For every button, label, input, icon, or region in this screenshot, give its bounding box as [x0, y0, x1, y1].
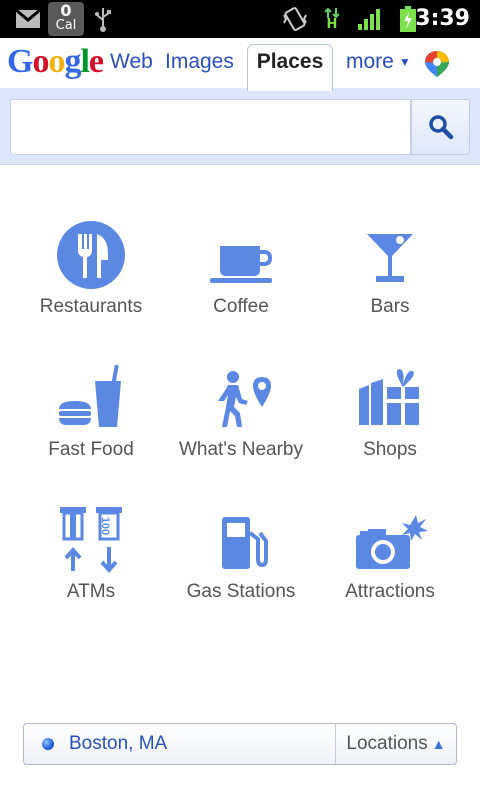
fast-food-icon — [59, 364, 121, 427]
calendar-count: 0 — [60, 1, 72, 20]
category-gas-stations[interactable]: Gas Stations — [161, 505, 321, 615]
category-bars[interactable]: Bars — [310, 220, 470, 330]
category-restaurants[interactable]: Restaurants — [11, 220, 171, 330]
category-label: Attractions — [345, 581, 435, 602]
search-button[interactable] — [411, 99, 470, 155]
calendar-label: Cal — [55, 18, 77, 33]
category-label: What's Nearby — [178, 439, 303, 460]
category-coffee[interactable]: Coffee — [161, 220, 321, 330]
network-activity-icon: H — [322, 0, 342, 38]
cocktail-icon — [367, 234, 413, 282]
category-whats-nearby[interactable]: What's Nearby — [161, 363, 321, 473]
tab-places-label: Places — [256, 50, 324, 73]
google-maps-icon[interactable] — [423, 50, 451, 78]
atm-icon: 100 — [60, 507, 122, 574]
network-type-label: H — [326, 16, 338, 32]
tab-images[interactable]: Images — [165, 48, 234, 76]
chevron-down-icon: ▼ — [398, 55, 411, 70]
camera-icon — [356, 515, 428, 569]
tab-more[interactable]: more ▼ — [346, 48, 411, 76]
usb-icon — [92, 0, 114, 38]
category-label: Bars — [370, 296, 410, 317]
coffee-icon — [210, 246, 272, 283]
locations-button[interactable]: Locations ▲ — [336, 724, 456, 764]
current-location-link[interactable]: Boston, MA — [69, 724, 167, 764]
category-label: Coffee — [213, 296, 269, 317]
google-logo[interactable]: Google — [7, 44, 104, 80]
category-label: Shops — [363, 439, 417, 460]
calendar-notification: 0 Cal — [48, 2, 84, 36]
tab-more-label: more — [346, 50, 394, 73]
gas-pump-icon — [222, 517, 268, 569]
category-attractions[interactable]: Attractions — [310, 505, 470, 615]
location-dot-icon — [42, 738, 54, 750]
tab-places[interactable]: Places — [247, 44, 333, 91]
search-icon — [428, 115, 453, 140]
category-label: ATMs — [66, 581, 116, 602]
signal-icon — [356, 0, 384, 38]
location-bar: Boston, MA Locations ▲ — [23, 723, 457, 765]
restaurant-icon — [57, 221, 125, 289]
shopping-icon — [359, 369, 419, 425]
walking-person-pin-icon — [218, 371, 271, 427]
category-fast-food[interactable]: Fast Food — [11, 363, 171, 473]
locations-label: Locations — [346, 733, 428, 754]
tab-web[interactable]: Web — [110, 48, 153, 76]
category-atms[interactable]: 100 ATMs — [11, 505, 171, 615]
gmail-icon — [14, 0, 42, 38]
triangle-up-icon: ▲ — [431, 736, 446, 752]
status-bar: 0 Cal H 3:39 — [0, 0, 480, 38]
category-label: Fast Food — [48, 439, 134, 460]
category-label: Gas Stations — [186, 581, 296, 602]
category-label: Restaurants — [39, 296, 143, 317]
search-input[interactable] — [10, 99, 411, 155]
clock: 3:39 — [415, 6, 470, 31]
vibrate-icon — [280, 0, 310, 38]
category-shops[interactable]: Shops — [310, 363, 470, 473]
svg-text:100: 100 — [99, 517, 111, 535]
